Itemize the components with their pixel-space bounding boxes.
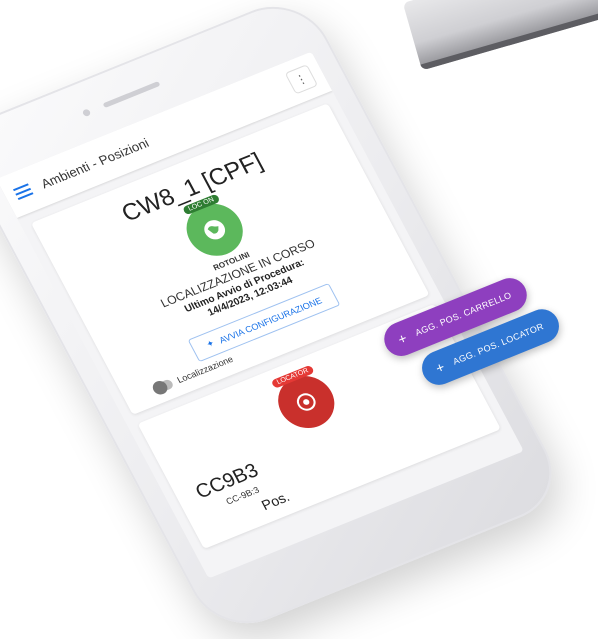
locator-badge: LOCATOR <box>270 364 315 389</box>
person-icon: ✦ <box>204 337 217 350</box>
plus-icon: + <box>395 329 410 348</box>
hamburger-menu-icon[interactable] <box>12 183 34 201</box>
localization-toggle[interactable] <box>151 378 175 395</box>
globe-icon <box>204 220 226 240</box>
laptop-edge-decoration <box>402 0 598 71</box>
plus-icon: + <box>433 358 448 377</box>
more-options-button[interactable]: ⋮ <box>284 64 319 95</box>
target-icon <box>296 393 316 411</box>
